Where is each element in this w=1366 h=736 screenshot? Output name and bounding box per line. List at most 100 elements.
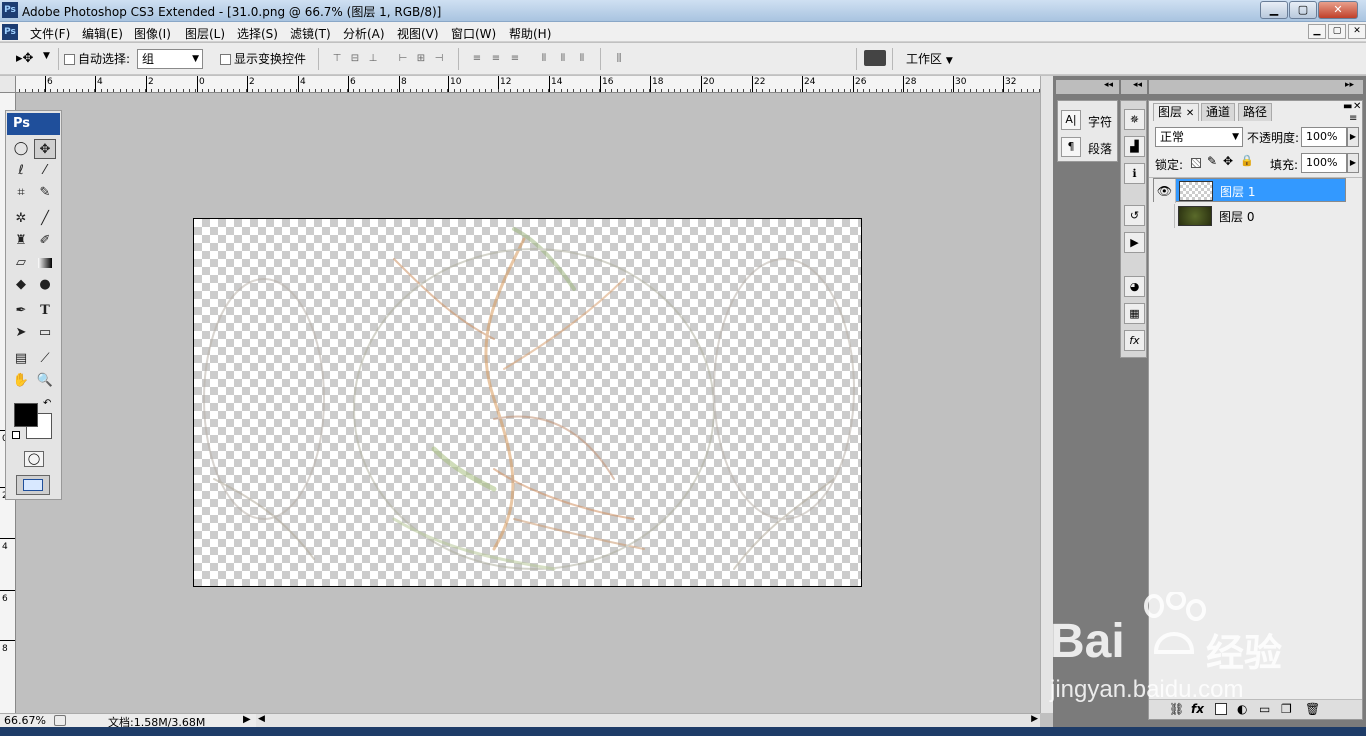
clone-stamp-tool[interactable]: ♜ [10,231,32,251]
move-tool-preset-icon[interactable]: ▸✥ [16,51,33,66]
gradient-tool[interactable] [34,253,56,273]
layer-row-1[interactable]: 👁 图层 1 [1153,178,1346,203]
fill-slider-arrow-icon[interactable]: ▶ [1347,153,1359,173]
path-selection-tool[interactable]: ➤ [10,323,32,343]
distribute-vcenter-icon[interactable]: ≡ [487,52,505,66]
character-label[interactable]: 字符 [1088,113,1112,130]
rectangle-tool[interactable]: ▭ [34,323,56,343]
opacity-input[interactable]: 100% [1301,127,1347,147]
opacity-slider-arrow-icon[interactable]: ▶ [1347,127,1359,147]
layer-row-0[interactable]: 图层 0 [1153,204,1346,228]
menu-image[interactable]: 图像(I) [134,25,171,42]
zoom-tool[interactable]: 🔍 [34,371,56,391]
swap-colors-icon[interactable]: ↶ [43,398,51,409]
hand-tool[interactable]: ✋ [10,371,32,391]
auto-select-checkbox[interactable] [64,54,75,65]
layer-name[interactable]: 图层 0 [1219,208,1254,225]
fill-input[interactable]: 100% [1301,153,1347,173]
distribute-right-icon[interactable]: ⦀ [573,52,591,66]
icon-strip-collapse-bar[interactable]: ◂◂ [1121,80,1147,94]
menu-layer[interactable]: 图层(L) [185,25,225,42]
menu-filter[interactable]: 滤镜(T) [290,25,331,42]
collapse-arrows-icon[interactable]: ◂◂ [1133,80,1142,90]
eyedropper-tool[interactable]: ⟋ [34,349,56,369]
paragraph-icon[interactable]: ¶ [1061,137,1081,157]
paragraph-label[interactable]: 段落 [1088,140,1112,157]
history-brush-tool[interactable]: ✐ [34,231,56,251]
align-bottom-icon[interactable]: ⊥ [364,52,382,66]
distribute-bottom-icon[interactable]: ≡ [506,52,524,66]
menu-edit[interactable]: 编辑(E) [82,25,123,42]
align-top-icon[interactable]: ⊤ [328,52,346,66]
lasso-tool[interactable]: ℓ [10,161,32,181]
elliptical-marquee-tool[interactable]: ◯ [10,139,32,159]
menu-view[interactable]: 视图(V) [397,25,439,42]
preset-arrow-icon[interactable]: ▼ [43,51,50,61]
dodge-tool[interactable]: ● [34,275,56,295]
close-button[interactable]: ✕ [1318,1,1358,19]
quick-mask-icon[interactable]: ◯ [24,451,44,467]
distribute-top-icon[interactable]: ≡ [468,52,486,66]
brush-tool[interactable]: ╱ [34,209,56,229]
lock-transparency-icon[interactable] [1191,158,1201,168]
scroll-left-icon[interactable]: ◀ [258,714,265,724]
menu-file[interactable]: 文件(F) [30,25,70,42]
character-icon[interactable]: A| [1061,110,1081,130]
doc-close-button[interactable]: ✕ [1348,24,1366,39]
panel-menu-icon[interactable]: ≡ [1349,113,1357,124]
slice-tool[interactable]: ✎ [34,183,56,203]
screen-mode-button[interactable] [16,475,50,495]
default-colors-icon[interactable] [12,431,20,439]
workspace-menu[interactable]: 工作区 ▼ [906,50,953,67]
history-icon[interactable]: ↺ [1124,205,1145,226]
pen-tool[interactable]: ✒ [10,301,32,321]
maximize-button[interactable]: ▢ [1289,1,1317,19]
notes-tool[interactable]: ▤ [10,349,32,369]
align-vcenter-icon[interactable]: ⊟ [346,52,364,66]
crop-tool[interactable]: ⌗ [10,183,32,203]
doc-restore-button[interactable]: ▢ [1328,24,1346,39]
blur-tool[interactable]: ◆ [10,275,32,295]
tab-close-icon[interactable]: ✕ [1186,108,1194,119]
zoom-level[interactable]: 66.67% [4,714,46,727]
auto-align-icon[interactable]: ⫼ [610,52,628,66]
show-transform-checkbox[interactable] [220,54,231,65]
doc-minimize-button[interactable]: ▁ [1308,24,1326,39]
bridge-icon[interactable] [864,50,886,66]
scroll-right-icon[interactable]: ▶ [1031,714,1038,724]
magic-wand-tool[interactable]: ⁄ [34,161,56,181]
navigator-icon[interactable]: ✵ [1124,109,1145,130]
panel-close-icon[interactable]: ✕ [1353,101,1361,112]
zoom-preview-icon[interactable] [54,715,66,726]
menu-window[interactable]: 窗口(W) [451,25,496,42]
menu-help[interactable]: 帮助(H) [509,25,551,42]
tab-paths[interactable]: 路径 [1238,103,1273,121]
minimize-button[interactable]: ▁ [1260,1,1288,19]
swatches-icon[interactable]: ▦ [1124,303,1145,324]
blend-mode-dropdown[interactable]: 正常 ▼ [1155,127,1243,147]
align-hcenter-icon[interactable]: ⊞ [412,52,430,66]
collapse-arrows-icon[interactable]: ◂◂ [1104,80,1113,90]
lock-all-icon[interactable]: 🔒 [1240,154,1254,167]
actions-icon[interactable]: ▶ [1124,232,1145,253]
layers-collapse-bar[interactable]: ▸▸ [1149,80,1363,94]
distribute-left-icon[interactable]: ⦀ [535,52,553,66]
status-menu-arrow-icon[interactable]: ▶ [243,714,251,725]
panel-minimize-icon[interactable]: ▬ [1343,101,1352,112]
styles-icon[interactable]: fx [1124,330,1145,351]
layer-visibility-toggle[interactable] [1153,204,1175,228]
ruler-origin[interactable] [0,76,16,93]
lock-position-icon[interactable]: ✥ [1223,154,1233,168]
menu-analysis[interactable]: 分析(A) [343,25,385,42]
color-icon[interactable]: ◕ [1124,276,1145,297]
layer-name[interactable]: 图层 1 [1220,183,1255,201]
menu-select[interactable]: 选择(S) [237,25,278,42]
align-right-icon[interactable]: ⊣ [430,52,448,66]
tab-layers[interactable]: 图层 ✕ [1153,103,1200,121]
histogram-icon[interactable]: ▟ [1124,136,1145,157]
distribute-hcenter-icon[interactable]: ⦀ [554,52,572,66]
tab-channels[interactable]: 通道 [1201,103,1236,121]
horizontal-scrollbar[interactable]: ◀ ▶ [256,713,1040,727]
info-icon[interactable]: ℹ [1124,163,1145,184]
layer-visibility-eye-icon[interactable]: 👁 [1154,179,1176,203]
